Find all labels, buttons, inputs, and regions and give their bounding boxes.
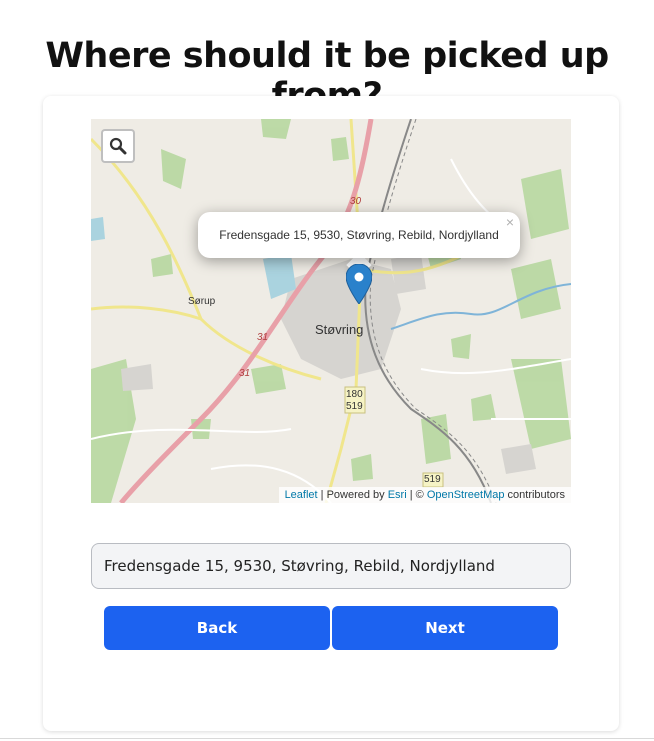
map-label-road-519b: 519 <box>424 474 441 485</box>
attribution-sep1: | Powered by <box>317 489 388 501</box>
popup-close-button[interactable]: × <box>506 214 514 230</box>
map-pin-icon[interactable] <box>346 264 372 304</box>
popup-address: Fredensgade 15, 9530, Støvring, Rebild, … <box>219 228 499 242</box>
page: Where should it be picked up from? <box>0 0 654 741</box>
map-label-road-519a: 519 <box>346 401 363 412</box>
map-label-town: Støvring <box>315 322 364 337</box>
magnifier-icon <box>109 137 127 155</box>
map-view[interactable]: Støvring Sørup 30 31 31 180 519 519 Fred… <box>91 119 571 503</box>
map-label-road-30: 30 <box>350 196 362 207</box>
map-label-village: Sørup <box>188 296 216 307</box>
map-tiles[interactable] <box>91 119 571 503</box>
map-popup: Fredensgade 15, 9530, Støvring, Rebild, … <box>198 212 520 258</box>
map-label-road-180: 180 <box>346 389 363 400</box>
back-button[interactable]: Back <box>104 606 330 650</box>
page-divider <box>0 738 654 739</box>
next-button[interactable]: Next <box>332 606 558 650</box>
map-attribution: Leaflet | Powered by Esri | © OpenStreet… <box>278 487 571 503</box>
map-label-road-31b: 31 <box>239 368 251 379</box>
attribution-suffix: contributors <box>504 489 565 501</box>
osm-link[interactable]: OpenStreetMap <box>427 489 505 501</box>
esri-link[interactable]: Esri <box>388 489 407 501</box>
address-input[interactable] <box>91 543 571 589</box>
map-search-button[interactable] <box>101 129 135 163</box>
attribution-sep2: | © <box>406 489 427 501</box>
map-label-road-31a: 31 <box>257 332 269 343</box>
leaflet-link[interactable]: Leaflet <box>285 489 318 501</box>
